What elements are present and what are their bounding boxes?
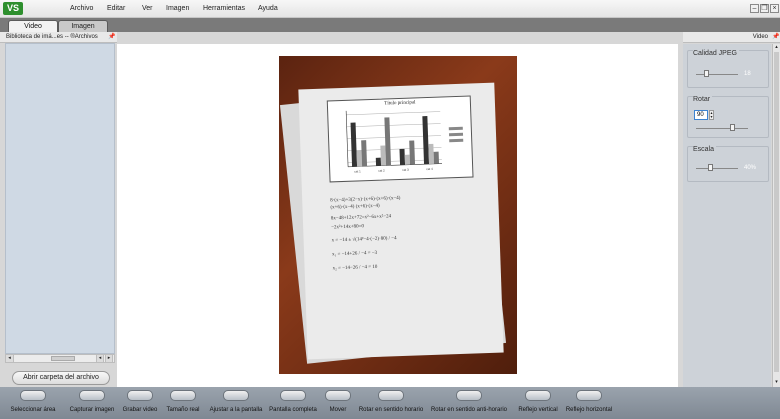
actual-size-icon [170, 390, 196, 401]
app-logo: VS [3, 2, 23, 15]
formula-line: x₁ = −14+26 / −4 = −3 [332, 250, 378, 258]
image-library-list[interactable] [5, 43, 115, 354]
image-preview-area[interactable]: Título principal cat 1 cat 2 cat 3 cat 4… [117, 44, 678, 387]
rotate-spinner-icon[interactable]: ▴ ▾ [709, 110, 714, 120]
jpeg-quality-slider-thumb[interactable] [704, 70, 709, 77]
paper-sheet-front: Título principal cat 1 cat 2 cat 3 cat 4… [298, 82, 504, 360]
menu-imagen[interactable]: Imagen [166, 5, 189, 12]
flip-vertical-button[interactable]: Reflejo vertical [514, 390, 562, 413]
jpeg-quality-slider[interactable] [696, 74, 738, 75]
fullscreen-button[interactable]: Pantalla completa [266, 390, 320, 413]
svg-text:cat 2: cat 2 [378, 169, 385, 173]
settings-scrollbar[interactable]: ▴ ▾ [772, 44, 780, 387]
jpeg-quality-label: Calidad JPEG [693, 50, 739, 57]
flip-horizontal-button[interactable]: Reflejo horizontal [562, 390, 616, 413]
video-settings-header: Video 📌 [683, 32, 780, 43]
library-scrollbar[interactable]: ◂ ◂ ▸ [5, 354, 115, 363]
rotate-ccw-icon [456, 390, 482, 401]
formula-line: −2x²+14x+80=0 [331, 224, 365, 231]
formula-line: x = −14 ± √(14²−4·(−2)·80) / −4 [331, 236, 397, 244]
menu-editar[interactable]: Editar [107, 5, 125, 12]
menu-archivo[interactable]: Archivo [70, 5, 93, 12]
fit-screen-button[interactable]: Ajustar a la pantalla [206, 390, 266, 413]
scale-label: Escala [693, 146, 717, 153]
bottom-toolbar: Seleccionar área Capturar imagen Grabar … [0, 387, 780, 419]
scroll-right-icon[interactable]: ▸ [105, 355, 113, 362]
capture-image-button[interactable]: Capturar imagen [64, 390, 120, 413]
printed-chart-graphic: cat 1 cat 2 cat 3 cat 4 [345, 110, 464, 174]
rotate-cw-icon [378, 390, 404, 401]
library-panel-title: Biblioteca de imá...es -- ®Archivos [6, 34, 98, 40]
fit-screen-icon [223, 390, 249, 401]
video-settings-title: Video [752, 34, 768, 40]
svg-text:cat 4: cat 4 [426, 167, 433, 171]
camera-icon [79, 390, 105, 401]
scale-group: Escala 40% [687, 146, 769, 182]
scale-slider-thumb[interactable] [708, 164, 713, 171]
formula-line: (x+6)·(x−4) (x+6)·(x−4) [330, 203, 380, 211]
flip-vertical-icon [525, 390, 551, 401]
minimize-icon[interactable]: – [750, 4, 759, 13]
tab-video[interactable]: Video [8, 20, 58, 32]
tab-bar: Video Imagen [0, 18, 780, 32]
menu-ayuda[interactable]: Ayuda [258, 5, 278, 12]
svg-text:cat 3: cat 3 [402, 168, 409, 172]
formula-line: 8x−48+12x+72=x²−6x+x²−24 [330, 214, 392, 222]
rotate-input[interactable]: 90 [694, 110, 708, 120]
move-icon [325, 390, 351, 401]
video-settings-panel: Calidad JPEG 18 Rotar 90 ▴ ▾ Escala 40% [683, 44, 771, 387]
printed-bar-chart: Título principal cat 1 cat 2 cat 3 cat 4 [326, 95, 474, 183]
scrollbar-thumb[interactable] [774, 52, 779, 372]
restore-icon[interactable]: ❐ [760, 4, 769, 13]
scroll-left-end-icon[interactable]: ◂ [96, 355, 104, 362]
tab-imagen[interactable]: Imagen [58, 20, 108, 32]
pin-icon[interactable]: 📌 [772, 32, 779, 43]
rotate-group: Rotar 90 ▴ ▾ [687, 96, 769, 138]
menu-herramientas[interactable]: Herramientas [203, 5, 245, 12]
jpeg-quality-group: Calidad JPEG 18 [687, 50, 769, 88]
rotate-cw-button[interactable]: Rotar en sentido horario [356, 390, 426, 413]
select-area-icon [20, 390, 46, 401]
rotate-slider[interactable] [696, 128, 748, 129]
pin-icon[interactable]: 📌 [108, 32, 115, 43]
rotate-ccw-button[interactable]: Rotar en sentido anti-horario [426, 390, 512, 413]
move-button[interactable]: Mover [320, 390, 356, 413]
menu-ver[interactable]: Ver [142, 5, 153, 12]
actual-size-button[interactable]: Tamaño real [160, 390, 206, 413]
scroll-up-icon[interactable]: ▴ [773, 44, 780, 51]
scale-value: 40% [744, 165, 757, 171]
scrollbar-thumb[interactable] [51, 356, 75, 361]
captured-document-photo: Título principal cat 1 cat 2 cat 3 cat 4… [279, 56, 517, 374]
menu-bar: VS Archivo Editar Ver Imagen Herramienta… [0, 0, 780, 18]
open-folder-button[interactable]: Abrir carpeta del archivo [12, 371, 110, 385]
scroll-left-icon[interactable]: ◂ [6, 355, 14, 362]
library-panel-header: Biblioteca de imá...es -- ®Archivos 📌 [0, 32, 117, 43]
jpeg-quality-value: 18 [744, 71, 751, 77]
rotate-label: Rotar [693, 96, 713, 103]
svg-text:cat 1: cat 1 [354, 169, 361, 173]
scroll-down-icon[interactable]: ▾ [773, 379, 780, 386]
formula-line: 8·(x−4)+3(2−x)·(x+6)·(x+6)·(x−4) [330, 196, 401, 204]
close-icon[interactable]: × [770, 4, 779, 13]
record-video-button[interactable]: Grabar video [120, 390, 160, 413]
fullscreen-icon [280, 390, 306, 401]
select-area-button[interactable]: Seleccionar área [2, 390, 64, 413]
record-icon [127, 390, 153, 401]
scale-slider[interactable] [696, 168, 738, 169]
rotate-slider-thumb[interactable] [730, 124, 735, 131]
formula-line: x₂ = −14−26 / −4 = 10 [332, 264, 378, 272]
flip-horizontal-icon [576, 390, 602, 401]
